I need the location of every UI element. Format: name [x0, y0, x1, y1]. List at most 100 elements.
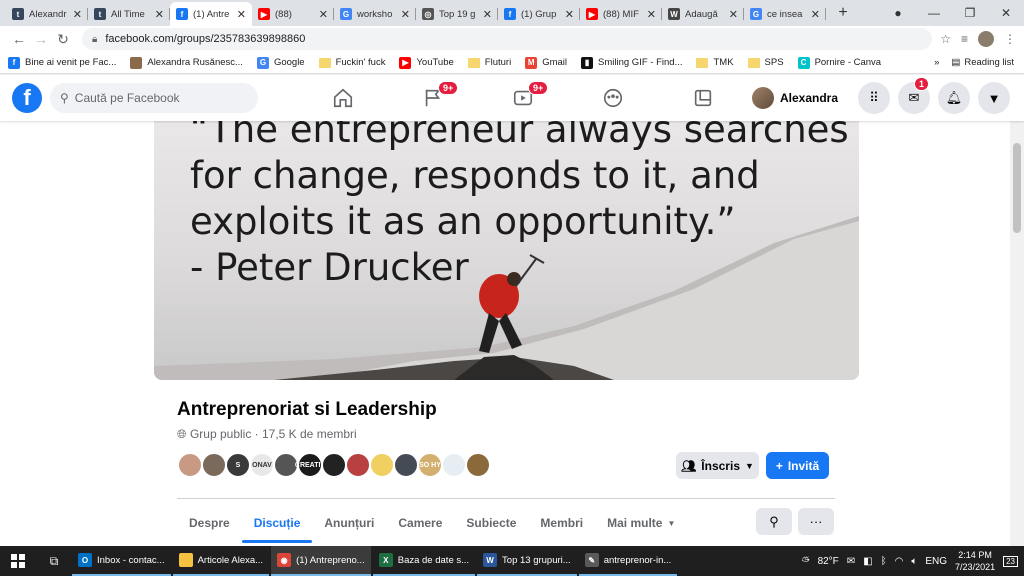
member-avatar[interactable]: CREATIV	[295, 452, 325, 478]
group-tab[interactable]: Subiecte	[454, 503, 528, 543]
bookmark-item[interactable]: ▮ Smiling GIF - Find...	[581, 56, 682, 69]
nav-home[interactable]	[298, 75, 388, 121]
close-tab-icon[interactable]: ✕	[401, 8, 410, 21]
member-avatar[interactable]	[441, 452, 467, 478]
language-indicator[interactable]: ENG	[925, 556, 947, 567]
browser-tab[interactable]: W Adaugă ✕	[662, 2, 744, 26]
minimize-icon[interactable]: —	[916, 6, 952, 20]
close-tab-icon[interactable]: ✕	[73, 8, 82, 21]
member-avatar[interactable]	[201, 452, 227, 478]
group-name[interactable]: Antreprenoriat si Leadership	[177, 399, 437, 421]
close-tab-icon[interactable]: ✕	[155, 8, 164, 21]
windows-start-button[interactable]	[0, 546, 36, 576]
bookmark-item[interactable]: Fluturi	[467, 57, 511, 68]
forward-icon[interactable]: →	[30, 31, 52, 47]
bookmark-item[interactable]: Alexandra Rusănesc...	[130, 56, 243, 69]
joined-button[interactable]: 👥︎ Înscris ▼	[676, 452, 759, 479]
facebook-search-input[interactable]: ⚲ Caută pe Facebook	[50, 83, 258, 113]
close-tab-icon[interactable]: ✕	[647, 8, 656, 21]
group-tab[interactable]: Anunțuri	[312, 503, 386, 543]
invite-button[interactable]: + Invită	[766, 452, 829, 479]
bookmark-item[interactable]: ▶ YouTube	[399, 56, 454, 69]
bookmark-item[interactable]: M Gmail	[525, 56, 567, 69]
new-tab-button[interactable]: +	[832, 2, 854, 24]
taskbar-app[interactable]: ✎ antreprenor-in...	[578, 546, 678, 576]
taskbar-app[interactable]: X Baza de date s...	[372, 546, 476, 576]
wifi-icon[interactable]: ◠	[895, 556, 904, 567]
facebook-logo[interactable]: f	[12, 83, 42, 113]
browser-tab[interactable]: ◎ Top 19 g ✕	[416, 2, 498, 26]
close-tab-icon[interactable]: ✕	[811, 8, 820, 21]
member-avatar[interactable]	[465, 452, 491, 478]
member-avatar[interactable]	[321, 452, 347, 478]
browser-tab[interactable]: ▶ (88) ✕	[252, 2, 334, 26]
member-avatar[interactable]: S	[225, 452, 251, 478]
close-tab-icon[interactable]: ✕	[565, 8, 574, 21]
bookmark-item[interactable]: C Pornire - Canva	[797, 56, 881, 69]
close-window-icon[interactable]: ✕	[988, 6, 1024, 20]
browser-tab[interactable]: G ce insea ✕	[744, 2, 826, 26]
messenger-button[interactable]: ✉ 1	[898, 77, 930, 114]
bookmark-item[interactable]: G Google	[256, 56, 305, 69]
browser-tab[interactable]: t Alexandr ✕	[6, 2, 88, 26]
browser-tab[interactable]: f (1) Grup ✕	[498, 2, 580, 26]
close-tab-icon[interactable]: ✕	[237, 8, 246, 21]
member-avatar[interactable]	[177, 452, 203, 478]
notifications-button[interactable]: 🔔︎	[938, 82, 970, 114]
group-more-button[interactable]: ···	[798, 508, 834, 535]
volume-icon[interactable]: 🔈︎	[911, 556, 917, 567]
bookmark-item[interactable]: SPS	[747, 57, 784, 68]
group-tab[interactable]: Membri	[528, 503, 595, 543]
close-tab-icon[interactable]: ✕	[729, 8, 738, 21]
bookmark-item[interactable]: Fuckin' fuck	[318, 57, 385, 68]
back-icon[interactable]: ←	[8, 31, 30, 47]
browser-tab[interactable]: t All Time ✕	[88, 2, 170, 26]
profile-avatar[interactable]	[978, 31, 994, 47]
task-view-button[interactable]: ⧉	[36, 546, 72, 576]
member-avatar[interactable]	[393, 452, 419, 478]
profile-dot-icon[interactable]: ●	[880, 6, 916, 20]
account-button[interactable]: ▼	[978, 82, 1010, 114]
page-scrollbar[interactable]	[1010, 121, 1024, 546]
bookmark-item[interactable]: f Bine ai venit pe Fac...	[8, 56, 116, 69]
taskbar-app[interactable]: O Inbox - contac...	[72, 546, 171, 576]
more-bookmarks-icon[interactable]: »	[934, 57, 939, 68]
user-profile-chip[interactable]: Alexandra	[746, 84, 844, 112]
browser-tab[interactable]: f (1) Antre ✕	[170, 2, 252, 26]
restore-icon[interactable]: ❐	[952, 6, 988, 20]
mail-icon[interactable]: ✉	[847, 556, 855, 567]
notification-center-icon[interactable]: 23	[1003, 555, 1018, 567]
group-tab[interactable]: Discuție	[241, 503, 313, 543]
group-tab[interactable]: Despre	[177, 503, 242, 543]
outlook-icon[interactable]: ◧	[863, 556, 872, 567]
weather-icon[interactable]: ⛅︎	[802, 556, 810, 567]
group-search-button[interactable]: ⚲	[756, 508, 792, 535]
member-avatar[interactable]	[345, 452, 371, 478]
media-control-icon[interactable]: ≡	[961, 32, 968, 46]
nav-watch[interactable]: 9+	[478, 75, 568, 121]
member-avatar[interactable]: SO HY	[417, 452, 443, 478]
reload-icon[interactable]: ↻	[52, 31, 74, 48]
bookmark-item[interactable]: TMK	[696, 57, 734, 68]
member-avatar[interactable]	[369, 452, 395, 478]
close-tab-icon[interactable]: ✕	[319, 8, 328, 21]
close-tab-icon[interactable]: ✕	[483, 8, 492, 21]
nav-gaming[interactable]	[658, 75, 748, 121]
nav-pages[interactable]: 9+	[388, 75, 478, 121]
clock[interactable]: 2:14 PM 7/23/2021	[955, 549, 995, 573]
menu-icon[interactable]: ⋮	[1004, 32, 1016, 46]
browser-tab[interactable]: ▶ (88) MIF ✕	[580, 2, 662, 26]
taskbar-app[interactable]: Articole Alexa...	[172, 546, 270, 576]
nav-groups[interactable]	[568, 75, 658, 121]
url-field[interactable]: 🔒︎ facebook.com/groups/235783639898860	[82, 28, 933, 50]
reading-list-button[interactable]: ▤ Reading list	[951, 57, 1014, 68]
taskbar-app[interactable]: ◉ (1) Antrepreno...	[271, 546, 371, 576]
bookmark-star-icon[interactable]: ☆	[940, 32, 951, 46]
member-avatar[interactable]: ONAV	[249, 452, 275, 478]
scrollbar-thumb[interactable]	[1013, 143, 1021, 233]
group-tab[interactable]: Mai multe ▼	[595, 503, 687, 543]
taskbar-app[interactable]: W Top 13 grupuri...	[477, 546, 577, 576]
group-tab[interactable]: Camere	[386, 503, 454, 543]
weather-temp[interactable]: 82°F	[818, 556, 839, 567]
browser-tab[interactable]: G worksho ✕	[334, 2, 416, 26]
